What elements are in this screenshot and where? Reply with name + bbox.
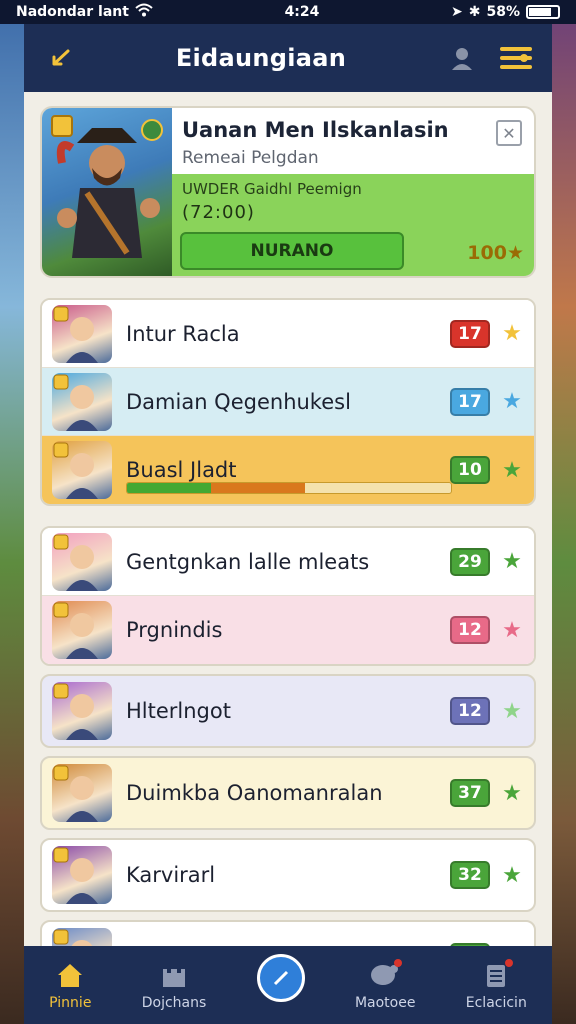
app-window: Eidaungiaan Uanan Men Ilskanlasin Remeai… — [24, 24, 552, 1024]
level-badge: 32 — [450, 861, 490, 889]
nav-center[interactable] — [256, 954, 305, 1016]
carrier-label: Nadondar lant — [16, 4, 129, 20]
nav-fourth-label: Maotoee — [354, 995, 416, 1011]
hero-name: Gentgnkan lalle mleats — [126, 549, 370, 574]
clock: 4:24 — [284, 4, 320, 20]
level-badge: 17 — [450, 387, 490, 416]
nav-fourth[interactable]: Maotoee — [354, 959, 416, 1011]
compass-icon — [256, 954, 305, 1002]
battery-icon — [526, 5, 560, 19]
battery-percent: 58% — [486, 4, 520, 20]
level-badge: 12 — [450, 616, 490, 644]
nav-second[interactable]: Dojchans — [141, 959, 207, 1011]
main-content: Uanan Men Ilskanlasin Remeai Pelgdan ✕ U… — [24, 92, 552, 946]
promo-text: UWDER Gaidhl Peemign — [182, 180, 362, 198]
hero-progress-bar — [126, 482, 452, 494]
hero-avatar — [52, 441, 112, 499]
level-badge: 10 — [450, 456, 490, 484]
nav-second-label: Dojchans — [141, 995, 207, 1011]
nav-fifth[interactable]: Eclacicin — [466, 959, 527, 1011]
hero-avatar — [52, 682, 112, 740]
event-action-button[interactable]: NURANO — [180, 232, 404, 270]
favorite-star-icon[interactable]: ★ — [500, 781, 524, 806]
hero-list-row[interactable]: Ralinoka Irackdtinginanen32★ — [40, 920, 536, 946]
hero-list-loose: Hlterlngot 12 ★ Duimkba Oanomanralan 37 ★ Karv… — [40, 674, 536, 946]
hero-avatar — [52, 304, 112, 363]
bluetooth-icon: ✱ — [468, 4, 481, 20]
top-bar: Eidaungiaan — [24, 24, 552, 92]
hero-list-row[interactable]: Hlterlngot 12 ★ — [40, 674, 536, 748]
chat-icon — [368, 959, 403, 991]
hero-name: Hlterlngot — [126, 699, 231, 723]
nav-fifth-label: Eclacicin — [465, 995, 527, 1011]
bottom-navigation: Pinnie Dojchans Maotoee Eclacicin — [24, 946, 552, 1024]
hero-avatar — [52, 764, 112, 822]
progress-fill-orange — [211, 483, 306, 493]
hero-list-row[interactable]: Prgnindis 12 ★ — [42, 596, 534, 664]
event-promo-panel: UWDER Gaidhl Peemign (72:00) NURANO 100★ — [172, 174, 534, 276]
hero-avatar — [52, 846, 112, 904]
location-icon: ➤ — [451, 4, 463, 20]
hero-name: Damian Qegenhukesl — [126, 389, 351, 414]
favorite-star-icon[interactable]: ★ — [500, 549, 524, 574]
event-timer: (72:00) — [182, 202, 255, 223]
hero-list-row[interactable]: Gentgnkan lalle mleats 29 ★ — [42, 528, 534, 596]
profile-icon[interactable] — [444, 40, 480, 76]
page-title: Eidaungiaan — [175, 44, 347, 72]
hero-name: Duimkba Oanomanralan — [126, 781, 383, 805]
hero-list-group-2: Gentgnkan lalle mleats 29 ★ Prgnindis 12 ★ — [40, 526, 536, 666]
level-badge: 17 — [450, 319, 490, 348]
nav-home[interactable]: Pinnie — [49, 959, 91, 1011]
hero-list-row[interactable]: Buasl Jladt 10 ★ — [42, 436, 534, 504]
event-subtitle: Remeai Pelgdan — [182, 148, 319, 168]
filter-menu-icon[interactable] — [498, 40, 534, 76]
favorite-star-icon[interactable]: ★ — [500, 389, 524, 414]
favorite-star-icon[interactable]: ★ — [500, 458, 524, 483]
favorite-star-icon[interactable]: ★ — [500, 321, 524, 346]
hero-list-row[interactable]: Damian Qegenhukesl 17 ★ — [42, 368, 534, 436]
hero-name: Prgnindis — [126, 618, 223, 642]
hero-character-image — [42, 108, 172, 276]
hero-avatar — [52, 601, 112, 659]
hero-list-row[interactable]: Duimkba Oanomanralan 37 ★ — [40, 756, 536, 830]
collection-icon — [479, 959, 514, 991]
hero-avatar — [52, 532, 112, 591]
notification-dot — [505, 959, 514, 967]
hero-avatar — [52, 372, 112, 431]
hero-name: Buasl Jladt — [126, 458, 237, 482]
wifi-icon — [135, 3, 153, 21]
close-icon[interactable]: ✕ — [496, 120, 522, 146]
level-badge: 12 — [450, 697, 490, 725]
favorite-star-icon[interactable]: ★ — [500, 699, 524, 724]
hero-list-group-1: Intur Racla 17 ★ Damian Qegenhukesl 17 ★ Buasl… — [40, 298, 536, 506]
home-icon — [53, 959, 87, 991]
level-badge: 29 — [450, 547, 490, 576]
level-badge: 37 — [450, 779, 490, 807]
progress-fill-green — [127, 483, 212, 493]
nav-home-label: Pinnie — [49, 995, 92, 1011]
event-title: Uanan Men Ilskanlasin — [182, 118, 449, 142]
back-icon[interactable] — [42, 40, 78, 76]
hero-name: Karvirarl — [126, 863, 216, 887]
hero-list-row[interactable]: Karvirarl 32 ★ — [40, 838, 536, 912]
status-bar: Nadondar lant 4:24 ➤ ✱ 58% — [0, 0, 576, 24]
featured-event-card[interactable]: Uanan Men Ilskanlasin Remeai Pelgdan ✕ U… — [40, 106, 536, 278]
hero-list-row[interactable]: Intur Racla 17 ★ — [42, 300, 534, 368]
favorite-star-icon[interactable]: ★ — [500, 863, 524, 888]
reward-badge: 100★ — [467, 242, 524, 264]
favorite-star-icon[interactable]: ★ — [500, 618, 524, 643]
castle-icon — [157, 959, 191, 991]
hero-name: Intur Racla — [126, 321, 240, 346]
hero-avatar — [52, 928, 112, 946]
